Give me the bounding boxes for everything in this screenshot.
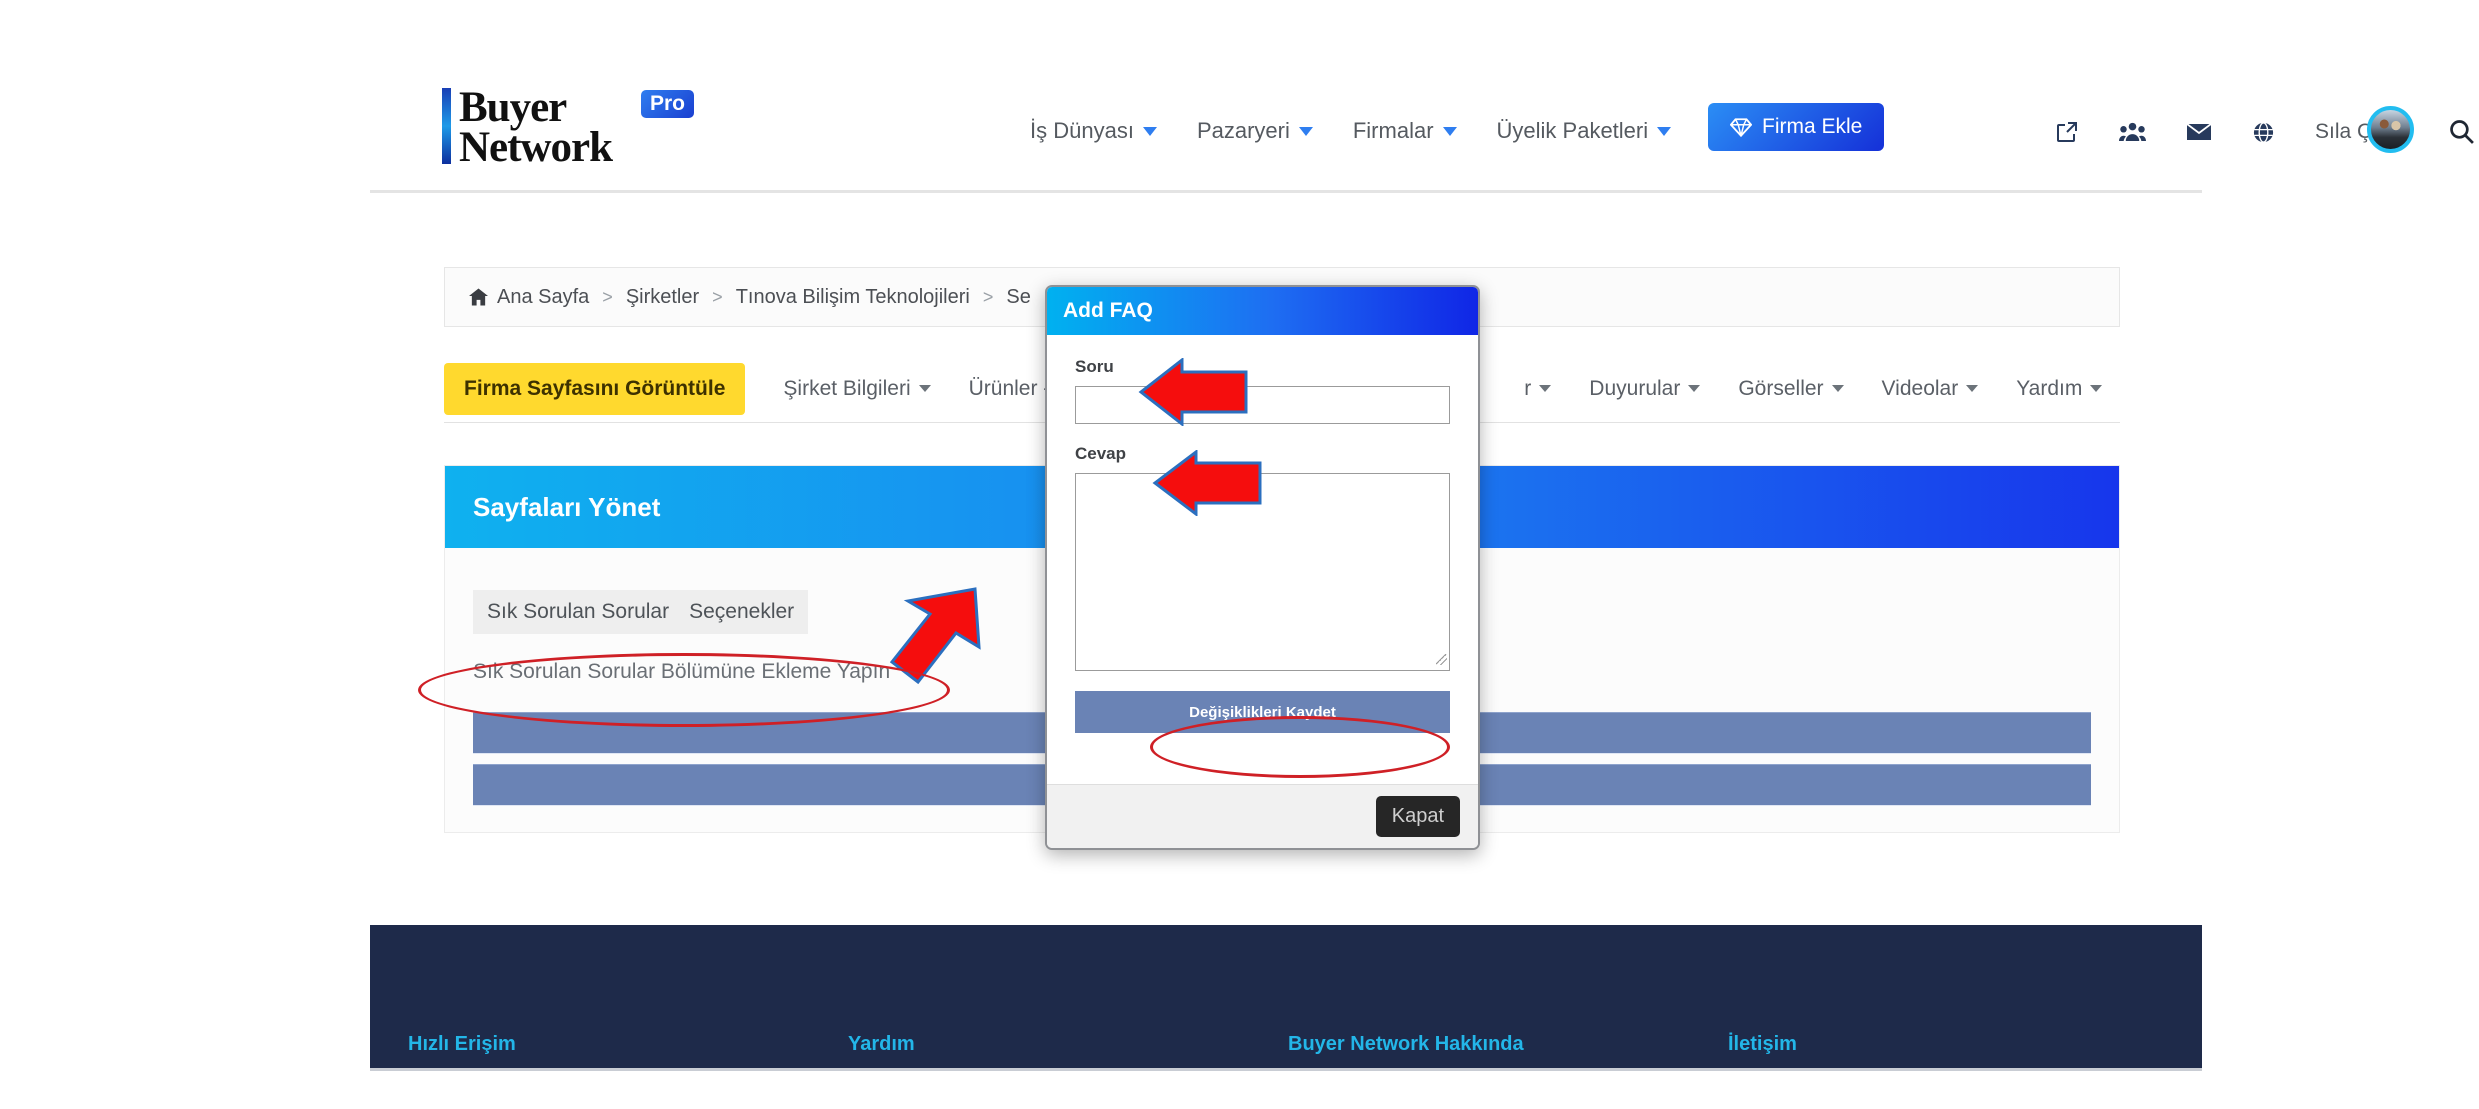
breadcrumb-label: Ana Sayfa bbox=[497, 285, 590, 308]
footer-columns: Hızlı Erişim Yardım Buyer Network Hakkın… bbox=[408, 1033, 2168, 1067]
site-logo[interactable]: Buyer Network Pro bbox=[442, 84, 695, 171]
question-field-label: Soru bbox=[1075, 357, 1114, 376]
chip-secenekler[interactable]: Seçenekler bbox=[689, 600, 794, 624]
footer-column-hakkinda: Buyer Network Hakkında bbox=[1288, 1033, 1728, 1067]
search-icon[interactable] bbox=[2448, 118, 2475, 145]
home-icon bbox=[469, 288, 488, 306]
save-changes-button[interactable]: Değişiklikleri Kaydet bbox=[1075, 691, 1450, 733]
diamond-icon bbox=[1730, 117, 1752, 137]
tab-label: Yardım bbox=[2016, 376, 2083, 400]
logo-line-2: Network bbox=[459, 123, 613, 171]
nav-utility-icons: Sıla Çil bbox=[2055, 120, 2382, 144]
breadcrumb-item-sirketler[interactable]: Şirketler bbox=[626, 286, 699, 309]
modal-title: Add FAQ bbox=[1063, 299, 1153, 322]
add-faq-modal: Add FAQ Soru Cevap Değişiklikleri Kaydet… bbox=[1045, 285, 1480, 850]
modal-header: Add FAQ bbox=[1047, 287, 1478, 335]
breadcrumb-separator: > bbox=[712, 286, 723, 307]
footer-heading: Hızlı Erişim bbox=[408, 1033, 516, 1055]
add-company-label: Firma Ekle bbox=[1762, 115, 1863, 138]
tab-duyurular[interactable]: Duyurular bbox=[1589, 376, 1701, 401]
top-navigation-bar: Buyer Network Pro İş Dünyası Pazaryeri F… bbox=[370, 0, 2474, 193]
chevron-down-icon bbox=[1539, 385, 1552, 392]
nav-item-label: Üyelik Paketleri bbox=[1496, 118, 1649, 143]
nav-item-label: Firmalar bbox=[1352, 118, 1434, 143]
tab-label: Videolar bbox=[1881, 376, 1959, 400]
chevron-down-icon bbox=[1831, 385, 1844, 392]
logo-wordmark: Buyer Network Pro bbox=[459, 84, 695, 171]
logo-line-1: Buyer bbox=[459, 84, 567, 131]
tab-videolar[interactable]: Videolar bbox=[1882, 377, 1979, 401]
nav-item-is-dunyasi[interactable]: İş Dünyası bbox=[1030, 118, 1157, 144]
answer-field-label: Cevap bbox=[1075, 444, 1127, 463]
tab-label: r bbox=[1524, 376, 1532, 400]
view-company-page-button[interactable]: Firma Sayfasını Görüntüle bbox=[444, 362, 746, 415]
add-company-button[interactable]: Firma Ekle bbox=[1708, 103, 1885, 151]
modal-footer: Kapat bbox=[1047, 784, 1478, 848]
breadcrumb-item-company[interactable]: Tınova Bilişim Teknolojileri bbox=[736, 286, 970, 309]
question-input[interactable] bbox=[1075, 386, 1450, 424]
footer-column-iletisim: İletişim bbox=[1728, 1033, 2168, 1067]
breadcrumb-item-home[interactable]: Ana Sayfa bbox=[469, 286, 589, 309]
chip-sik-sorulan-sorular[interactable]: Sık Sorulan Sorular bbox=[487, 600, 669, 624]
tab-sirket-bilgileri[interactable]: Şirket Bilgileri bbox=[783, 376, 931, 401]
nav-item-uyelik-paketleri[interactable]: Üyelik Paketleri bbox=[1497, 118, 1672, 144]
page-bottom-fade bbox=[370, 1068, 2202, 1109]
breadcrumb-separator: > bbox=[602, 286, 613, 307]
chevron-down-icon bbox=[1298, 126, 1313, 136]
breadcrumb-separator: > bbox=[982, 286, 994, 307]
tab-label: Duyurular bbox=[1589, 376, 1681, 400]
tab-gorseller[interactable]: Görseller bbox=[1738, 376, 1844, 401]
nav-item-label: İş Dünyası bbox=[1030, 118, 1134, 143]
logo-pro-badge: Pro bbox=[641, 90, 695, 118]
tab-label: Şirket Bilgileri bbox=[783, 376, 911, 400]
primary-nav-links: İş Dünyası Pazaryeri Firmalar Üyelik Pak… bbox=[1030, 118, 1672, 144]
footer-heading: İletişim bbox=[1728, 1033, 1797, 1055]
avatar[interactable] bbox=[2367, 106, 2414, 153]
page-root: Buyer Network Pro İş Dünyası Pazaryeri F… bbox=[0, 0, 2479, 1109]
envelope-icon[interactable] bbox=[2186, 122, 2212, 142]
external-link-icon[interactable] bbox=[2055, 120, 2079, 144]
footer-column-hizli-erisim: Hızlı Erişim bbox=[408, 1033, 848, 1067]
close-modal-button[interactable]: Kapat bbox=[1375, 796, 1460, 837]
chevron-down-icon bbox=[1442, 126, 1457, 136]
answer-textarea-wrapper bbox=[1075, 473, 1450, 671]
nav-item-label: Pazaryeri bbox=[1196, 118, 1290, 143]
chevron-down-icon bbox=[1688, 385, 1701, 392]
footer-column-yardim: Yardım bbox=[848, 1033, 1288, 1067]
nav-item-pazaryeri[interactable]: Pazaryeri bbox=[1197, 118, 1313, 144]
globe-icon[interactable] bbox=[2252, 121, 2275, 144]
faq-chip-group: Sık Sorulan Sorular Seçenekler bbox=[473, 590, 809, 634]
answer-textarea[interactable] bbox=[1075, 473, 1450, 671]
tab-partial[interactable]: r bbox=[1524, 376, 1552, 401]
page-title: Sayfaları Yönet bbox=[473, 491, 661, 522]
chevron-down-icon bbox=[918, 385, 931, 392]
logo-accent-bar bbox=[442, 88, 451, 164]
page-bottom-divider bbox=[370, 1068, 2202, 1071]
chevron-down-icon bbox=[1966, 385, 1979, 392]
footer-heading: Buyer Network Hakkında bbox=[1288, 1033, 1524, 1055]
chevron-down-icon bbox=[2090, 385, 2103, 392]
modal-body: Soru Cevap Değişiklikleri Kaydet bbox=[1047, 335, 1478, 733]
tab-yardim[interactable]: Yardım bbox=[2016, 376, 2103, 401]
nav-item-firmalar[interactable]: Firmalar bbox=[1353, 118, 1457, 144]
users-group-icon[interactable] bbox=[2119, 121, 2146, 143]
breadcrumb-item-current: Se bbox=[1006, 285, 1031, 308]
chevron-down-icon bbox=[1142, 126, 1157, 136]
tab-label: Görseller bbox=[1738, 376, 1824, 400]
footer-heading: Yardım bbox=[848, 1033, 915, 1055]
chevron-down-icon bbox=[1657, 126, 1672, 136]
